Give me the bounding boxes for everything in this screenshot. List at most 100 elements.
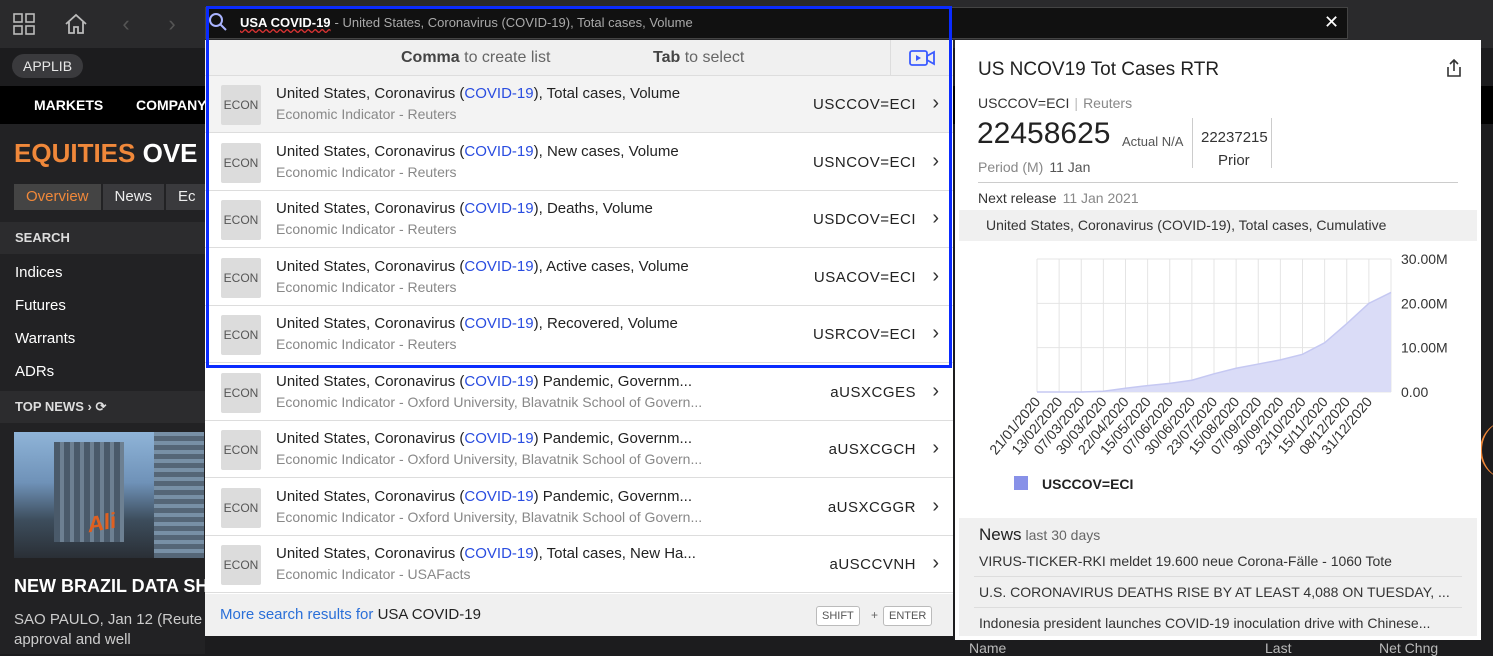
result-code: aUSCCVNH	[829, 556, 916, 573]
tab-economics[interactable]: Ec	[166, 184, 208, 210]
refresh-icon[interactable]: ⟳	[95, 399, 106, 414]
alibaba-sign-icon: Ali	[88, 507, 117, 538]
nav-company[interactable]: COMPANY	[136, 97, 207, 113]
result-title: United States, Coronavirus (COVID-19) Pa…	[276, 372, 692, 390]
series-title: United States, Coronavirus (COVID-19), T…	[959, 210, 1477, 241]
search-results-dropdown: Comma to create list Tab to select ECON U…	[205, 40, 953, 636]
result-subtitle: Economic Indicator - Reuters	[276, 163, 457, 180]
result-code: USNCOV=ECI	[813, 153, 916, 171]
y-tick-label: 10.00M	[1401, 340, 1448, 356]
news-item[interactable]: Indonesia president launches COVID-19 in…	[974, 609, 1462, 639]
result-title: United States, Coronavirus (COVID-19) Pa…	[276, 487, 692, 505]
video-camera-icon[interactable]	[890, 40, 953, 76]
detail-prior-value: 22237215	[1201, 129, 1268, 146]
applib-button[interactable]: APPLIB	[12, 54, 84, 78]
result-subtitle: Economic Indicator - Reuters	[276, 106, 457, 122]
chevron-right-icon[interactable]: ›	[932, 380, 939, 403]
detail-actual: Actual N/A	[1122, 134, 1184, 149]
watchlist-header: Name Last Net Chng	[955, 640, 1493, 656]
search-result-row[interactable]: ECON United States, Coronavirus (COVID-19…	[205, 478, 953, 536]
econ-badge: ECON	[221, 142, 261, 183]
chevron-right-icon[interactable]: ›	[932, 437, 939, 460]
link-warrants[interactable]: Warrants	[15, 330, 75, 347]
detail-next-release: Next release 11 Jan 2021	[978, 190, 1139, 206]
chevron-right-icon[interactable]: ›	[932, 265, 939, 288]
legend-swatch	[1014, 476, 1028, 490]
y-tick-label: 30.00M	[1401, 251, 1448, 267]
econ-badge: ECON	[221, 545, 261, 585]
forward-arrow-icon[interactable]: ›	[158, 10, 186, 38]
detail-ric: USCCOV=ECI | Reuters	[978, 95, 1133, 111]
search-hint-bar: Comma to create list Tab to select	[205, 40, 953, 76]
result-subtitle: Economic Indicator - Reuters	[276, 221, 457, 237]
result-title: United States, Coronavirus (COVID-19), D…	[276, 200, 653, 217]
chevron-right-icon[interactable]: ›	[932, 92, 939, 115]
result-code: aUSXCGES	[830, 383, 916, 401]
legend-label: USCCOV=ECI	[1042, 476, 1134, 492]
search-result-row[interactable]: ECON United States, Coronavirus (COVID-19…	[205, 363, 953, 421]
result-subtitle: Economic Indicator - Oxford University, …	[276, 393, 703, 410]
link-adrs[interactable]: ADRs	[15, 363, 54, 380]
link-futures[interactable]: Futures	[15, 297, 66, 314]
result-subtitle: Economic Indicator - Reuters	[276, 278, 457, 295]
search-icon	[209, 13, 227, 31]
econ-badge: ECON	[221, 487, 261, 528]
search-result-row[interactable]: ECON United States, Coronavirus (COVID-19…	[205, 536, 953, 593]
tab-news[interactable]: News	[102, 184, 165, 210]
result-code: USDCOV=ECI	[813, 211, 916, 228]
econ-badge: ECON	[221, 372, 261, 413]
search-result-row[interactable]: ECON United States, Coronavirus (COVID-19…	[205, 133, 953, 191]
page-tabs: Overview News Ec	[14, 184, 210, 210]
chevron-right-icon[interactable]: ›	[932, 207, 939, 230]
news-box: News last 30 days VIRUS-TICKER-RKI meldet…	[959, 518, 1477, 636]
search-result-row[interactable]: ECON United States, Coronavirus (COVID-19…	[205, 306, 953, 363]
result-title: United States, Coronavirus (COVID-19), T…	[276, 545, 696, 562]
nav-markets[interactable]: MARKETS	[34, 97, 103, 113]
enter-key: ENTER	[883, 606, 933, 626]
detail-title: US NCOV19 Tot Cases RTR	[978, 59, 1220, 80]
top-news-header[interactable]: TOP NEWS › ⟳	[0, 391, 205, 423]
econ-badge: ECON	[221, 200, 261, 240]
result-title: United States, Coronavirus (COVID-19), N…	[276, 142, 679, 160]
more-results-footer[interactable]: More search results for USA COVID-19 SHI…	[205, 594, 953, 636]
search-result-row[interactable]: ECON United States, Coronavirus (COVID-19…	[205, 76, 953, 133]
back-arrow-icon[interactable]: ‹	[112, 10, 140, 38]
detail-period: Period (M) 11 Jan	[978, 159, 1091, 175]
news-header: News last 30 days	[979, 525, 1101, 544]
app-grid-icon[interactable]	[10, 10, 38, 38]
result-subtitle: Economic Indicator - Oxford University, …	[276, 508, 703, 525]
econ-badge: ECON	[221, 85, 261, 125]
shift-key: SHIFT	[816, 606, 860, 626]
close-icon[interactable]: ✕	[1324, 12, 1339, 33]
result-code: aUSXCGCH	[828, 441, 916, 458]
share-icon[interactable]	[1445, 58, 1463, 78]
tab-overview[interactable]: Overview	[14, 184, 101, 210]
news-item[interactable]: VIRUS-TICKER-RKI meldet 19.600 neue Coro…	[974, 547, 1462, 577]
econ-badge: ECON	[221, 315, 261, 355]
chevron-right-icon[interactable]: ›	[932, 552, 939, 575]
cases-chart[interactable]: 30.00M20.00M10.00M0.0021/01/202013/02/20…	[955, 245, 1481, 505]
news-image[interactable]: Ali	[14, 432, 204, 558]
home-icon[interactable]	[62, 10, 90, 38]
econ-badge: ECON	[221, 257, 261, 298]
result-title: United States, Coronavirus (COVID-19), A…	[276, 257, 689, 275]
link-indices[interactable]: Indices	[15, 264, 63, 281]
result-code: USACOV=ECI	[813, 268, 916, 286]
chevron-right-icon[interactable]: ›	[932, 150, 939, 173]
result-subtitle: Economic Indicator - USAFacts	[276, 566, 471, 582]
result-code: aUSXCGGR	[827, 498, 916, 516]
search-result-row[interactable]: ECON United States, Coronavirus (COVID-19…	[205, 421, 953, 478]
search-result-row[interactable]: ECON United States, Coronavirus (COVID-19…	[205, 248, 953, 306]
search-result-row[interactable]: ECON United States, Coronavirus (COVID-19…	[205, 191, 953, 248]
news-headline[interactable]: NEW BRAZIL DATA SH	[14, 576, 205, 597]
news-item[interactable]: U.S. CORONAVIRUS DEATHS RISE BY AT LEAST…	[974, 578, 1462, 608]
search-input[interactable]: USA COVID-19- United States, Coronavirus…	[240, 15, 693, 30]
result-code: USRCOV=ECI	[813, 326, 916, 343]
result-subtitle: Economic Indicator - Oxford University, …	[276, 451, 703, 467]
result-subtitle: Economic Indicator - Reuters	[276, 336, 457, 352]
chevron-right-icon: ›	[87, 399, 92, 414]
y-tick-label: 20.00M	[1401, 295, 1448, 311]
chevron-right-icon[interactable]: ›	[932, 495, 939, 518]
y-tick-label: 0.00	[1401, 384, 1428, 400]
chevron-right-icon[interactable]: ›	[932, 322, 939, 345]
